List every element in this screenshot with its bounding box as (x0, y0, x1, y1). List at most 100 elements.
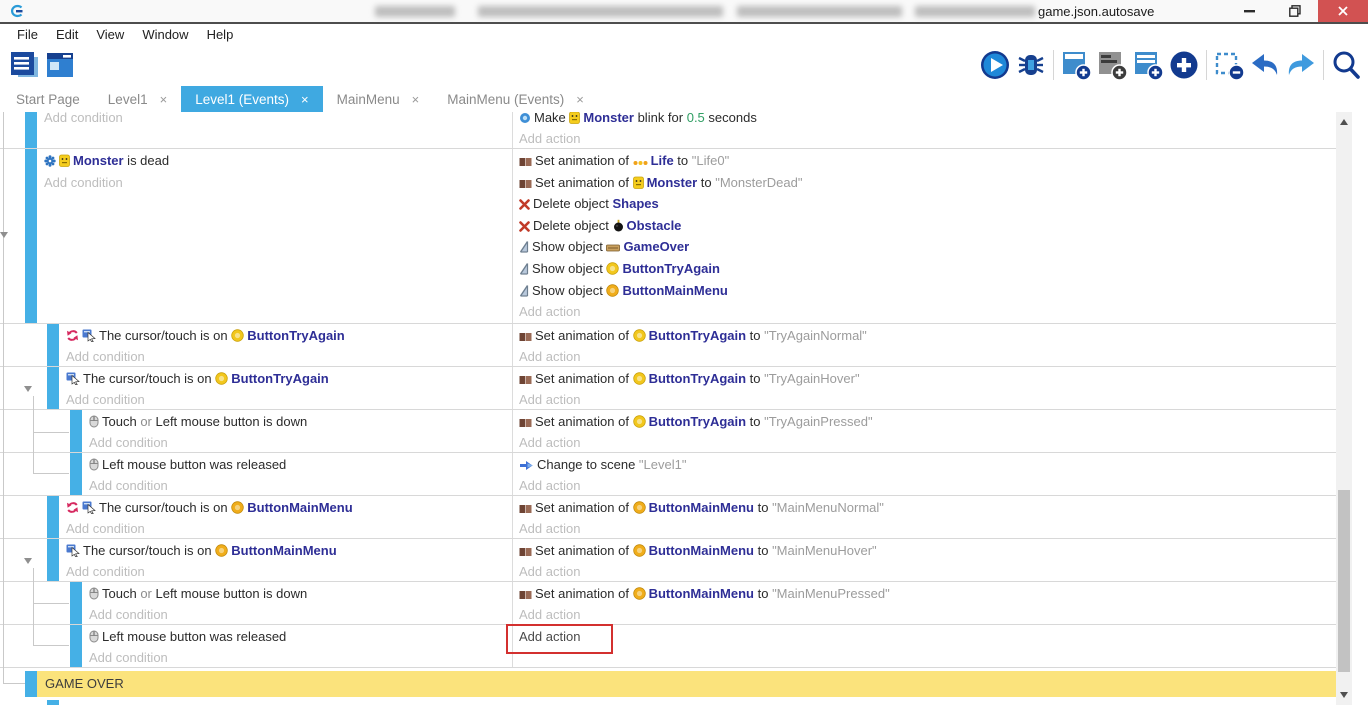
condition-line[interactable]: Add condition (66, 346, 512, 366)
action-line[interactable]: Change to scene "Level1" (519, 454, 1352, 475)
action-line[interactable]: Delete object Shapes (519, 193, 1352, 215)
condition-line[interactable]: Add condition (66, 518, 512, 538)
actions-column[interactable]: Set animation of ButtonTryAgain to "TryA… (512, 410, 1352, 452)
undo-icon[interactable] (1247, 48, 1283, 82)
actions-column[interactable]: Make Monster blink for 0.5 secondsAdd ac… (512, 112, 1352, 148)
conditions-column[interactable]: The cursor/touch is on ButtonMainMenuAdd… (66, 539, 512, 581)
conditions-column[interactable]: Add condition (44, 112, 512, 148)
actions-column[interactable]: Change to scene "Level1"Add action (512, 453, 1352, 495)
comment-game-over[interactable]: GAME OVER (0, 671, 1352, 697)
remove-selection-icon[interactable] (1211, 48, 1247, 82)
collapse-arrow-icon[interactable] (0, 232, 8, 238)
tab-close-icon[interactable]: × (576, 92, 584, 107)
action-line[interactable]: Delete object Obstacle (519, 215, 1352, 237)
condition-line[interactable]: The cursor/touch is on ButtonTryAgain (66, 325, 512, 346)
collapse-arrow-icon[interactable] (24, 558, 32, 564)
action-line[interactable]: Add action (519, 604, 1352, 624)
event-tryagain-hover[interactable]: The cursor/touch is on ButtonTryAgainAdd… (0, 367, 1352, 410)
condition-line[interactable]: Left mouse button was released (89, 626, 512, 647)
play-icon[interactable] (977, 48, 1013, 82)
condition-line[interactable]: Add condition (44, 172, 512, 194)
menu-window[interactable]: Window (133, 27, 197, 42)
minimize-button[interactable] (1226, 0, 1272, 22)
condition-line[interactable]: The cursor/touch is on ButtonMainMenu (66, 540, 512, 561)
condition-line[interactable]: Add condition (89, 647, 512, 667)
action-line[interactable]: Add action (519, 626, 1352, 647)
condition-line[interactable]: Add condition (66, 561, 512, 581)
condition-line[interactable]: Add condition (89, 432, 512, 452)
tab-level1[interactable]: Level1 × (94, 86, 181, 112)
debug-icon[interactable] (1013, 48, 1049, 82)
event-mainmenu-normal[interactable]: The cursor/touch is on ButtonMainMenuAdd… (0, 496, 1352, 539)
event-mainmenu-hover[interactable]: The cursor/touch is on ButtonMainMenuAdd… (0, 539, 1352, 582)
action-line[interactable]: Set animation of ButtonTryAgain to "TryA… (519, 411, 1352, 432)
condition-line[interactable]: Monster is dead (44, 150, 512, 172)
condition-line[interactable]: The cursor/touch is on ButtonTryAgain (66, 368, 512, 389)
event-monster-dead[interactable]: Monster is deadAdd condition Set animatio… (0, 149, 1352, 324)
event-mainmenu-pressed[interactable]: Touch or Left mouse button is downAdd co… (0, 582, 1352, 625)
tab-level1-events[interactable]: Level1 (Events) × (181, 86, 322, 112)
conditions-column[interactable]: The cursor/touch is on ButtonTryAgainAdd… (66, 324, 512, 366)
condition-line[interactable]: Add condition (66, 389, 512, 409)
action-line[interactable]: Show object ButtonMainMenu (519, 280, 1352, 302)
action-line[interactable]: Add action (519, 518, 1352, 538)
condition-line[interactable]: Add condition (44, 112, 512, 128)
action-line[interactable]: Show object GameOver (519, 236, 1352, 258)
scroll-down-icon[interactable] (1340, 692, 1348, 698)
actions-column[interactable]: Set animation of ButtonMainMenu to "Main… (512, 582, 1352, 624)
conditions-column[interactable]: The cursor/touch is on ButtonMainMenuAdd… (66, 496, 512, 538)
add-subevent-icon[interactable] (1130, 48, 1166, 82)
conditions-column[interactable]: Monster is deadAdd condition (44, 149, 512, 323)
actions-column[interactable]: Set animation of ButtonTryAgain to "TryA… (512, 324, 1352, 366)
project-manager-icon[interactable] (6, 48, 42, 82)
scene-editor-icon[interactable] (42, 48, 78, 82)
action-line[interactable]: Make Monster blink for 0.5 seconds (519, 112, 1352, 128)
menu-help[interactable]: Help (198, 27, 243, 42)
action-line[interactable]: Set animation of Monster to "MonsterDead… (519, 172, 1352, 194)
action-line[interactable]: Set animation of ButtonMainMenu to "Main… (519, 540, 1352, 561)
event-tryagain-release[interactable]: Left mouse button was releasedAdd condit… (0, 453, 1352, 496)
action-line[interactable]: Set animation of ButtonMainMenu to "Main… (519, 583, 1352, 604)
conditions-column[interactable]: Touch or Left mouse button is downAdd co… (89, 582, 512, 624)
search-icon[interactable] (1328, 48, 1364, 82)
close-button[interactable] (1318, 0, 1368, 22)
tab-mainmenu[interactable]: MainMenu × (323, 86, 434, 112)
action-line[interactable]: Add action (519, 561, 1352, 581)
menu-edit[interactable]: Edit (47, 27, 87, 42)
add-comment-icon[interactable] (1094, 48, 1130, 82)
event-mainmenu-release[interactable]: Left mouse button was releasedAdd condit… (0, 625, 1352, 668)
action-line[interactable]: Set animation of Life to "Life0" (519, 150, 1352, 172)
action-line[interactable]: Add action (519, 432, 1352, 452)
tab-close-icon[interactable]: × (160, 92, 168, 107)
vertical-scrollbar[interactable] (1336, 112, 1352, 705)
redo-icon[interactable] (1283, 48, 1319, 82)
action-line[interactable]: Add action (519, 346, 1352, 366)
menu-file[interactable]: File (8, 27, 47, 42)
action-line[interactable]: Set animation of ButtonMainMenu to "Main… (519, 497, 1352, 518)
action-line[interactable]: Add action (519, 301, 1352, 323)
action-line[interactable]: Add action (519, 389, 1352, 409)
tab-close-icon[interactable]: × (412, 92, 420, 107)
event-tryagain-pressed[interactable]: Touch or Left mouse button is downAdd co… (0, 410, 1352, 453)
condition-line[interactable]: The cursor/touch is on ButtonMainMenu (66, 497, 512, 518)
conditions-column[interactable]: Left mouse button was releasedAdd condit… (89, 625, 512, 667)
action-line[interactable]: Add action (519, 475, 1352, 495)
condition-line[interactable]: Left mouse button was released (89, 454, 512, 475)
condition-line[interactable]: Add condition (89, 475, 512, 495)
tab-mainmenu-events[interactable]: MainMenu (Events) × (433, 86, 598, 112)
scroll-up-icon[interactable] (1340, 119, 1348, 125)
action-line[interactable]: Set animation of ButtonTryAgain to "TryA… (519, 368, 1352, 389)
comment-box[interactable]: GAME OVER (37, 671, 1352, 697)
condition-line[interactable]: Touch or Left mouse button is down (89, 583, 512, 604)
actions-column[interactable]: Set animation of ButtonMainMenu to "Main… (512, 539, 1352, 581)
actions-column[interactable]: Add action (512, 625, 1352, 667)
action-line[interactable]: Show object ButtonTryAgain (519, 258, 1352, 280)
conditions-column[interactable]: The cursor/touch is on ButtonTryAgainAdd… (66, 367, 512, 409)
tab-start-page[interactable]: Start Page (2, 86, 94, 112)
condition-line[interactable]: Touch or Left mouse button is down (89, 411, 512, 432)
tab-close-icon[interactable]: × (301, 92, 309, 107)
collapse-arrow-icon[interactable] (24, 386, 32, 392)
scrollbar-thumb[interactable] (1338, 490, 1350, 672)
actions-column[interactable]: Set animation of ButtonMainMenu to "Main… (512, 496, 1352, 538)
actions-column[interactable]: Set animation of ButtonTryAgain to "TryA… (512, 367, 1352, 409)
